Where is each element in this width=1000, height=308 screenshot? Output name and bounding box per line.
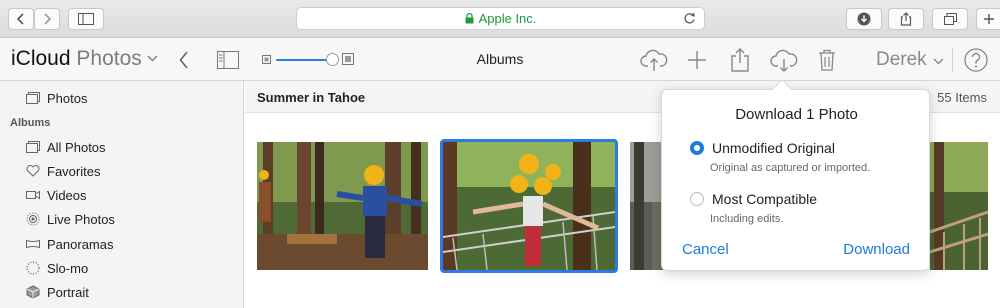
panorama-icon bbox=[26, 237, 40, 251]
option-label: Unmodified Original bbox=[712, 140, 835, 156]
back-button[interactable] bbox=[8, 8, 34, 30]
trash-icon bbox=[819, 49, 835, 71]
option-unmodified-original[interactable]: Unmodified Original bbox=[690, 140, 835, 156]
download-popover: Download 1 Photo Unmodified Original Ori… bbox=[661, 79, 930, 271]
sidebar-item-portrait[interactable]: Portrait bbox=[26, 282, 89, 302]
chevron-down-icon[interactable] bbox=[933, 58, 944, 65]
downloads-button[interactable] bbox=[846, 8, 882, 30]
download-button[interactable] bbox=[769, 47, 799, 73]
download-arrow-icon bbox=[857, 12, 871, 26]
photo-image bbox=[930, 142, 988, 270]
share-icon bbox=[900, 12, 912, 26]
plus-icon bbox=[984, 14, 994, 24]
user-menu[interactable]: Derek bbox=[876, 49, 927, 71]
share-button[interactable] bbox=[888, 8, 924, 30]
sidebar-item-label: Videos bbox=[47, 187, 87, 203]
sidebar-item-label: Favorites bbox=[47, 163, 101, 179]
toolbar-divider bbox=[952, 48, 953, 72]
cloud-upload-icon bbox=[640, 49, 668, 71]
option-description: Original as captured or imported. bbox=[710, 162, 871, 174]
new-tab-button[interactable] bbox=[976, 8, 1000, 30]
cancel-button[interactable]: Cancel bbox=[682, 241, 729, 258]
sidebar-item-slo-mo[interactable]: Slo-mo bbox=[26, 258, 88, 278]
app-toolbar: iCloud Photos Albums Derek bbox=[0, 38, 1000, 81]
sidebar: Photos Albums All Photos Favorites Video… bbox=[0, 81, 244, 308]
share-app-button[interactable] bbox=[729, 47, 751, 73]
sidebar-section-albums: Albums bbox=[10, 117, 51, 129]
radio-unselected[interactable] bbox=[690, 192, 704, 206]
upload-button[interactable] bbox=[640, 47, 668, 73]
chevron-down-icon bbox=[147, 55, 158, 62]
sidebar-toggle-button[interactable] bbox=[68, 8, 104, 30]
help-icon bbox=[964, 48, 988, 72]
album-title: Summer in Tahoe bbox=[257, 90, 366, 105]
back-nav-button[interactable] bbox=[176, 47, 192, 73]
sidebar-item-favorites[interactable]: Favorites bbox=[26, 161, 100, 181]
option-label: Most Compatible bbox=[712, 191, 818, 207]
chevron-right-icon bbox=[44, 13, 52, 25]
tabs-icon bbox=[943, 13, 957, 25]
portrait-cube-icon bbox=[26, 285, 40, 299]
slider-knob[interactable] bbox=[326, 53, 339, 66]
reload-icon[interactable] bbox=[683, 12, 696, 25]
option-most-compatible[interactable]: Most Compatible bbox=[690, 191, 817, 207]
small-photo-icon bbox=[262, 55, 271, 64]
photo-image bbox=[257, 142, 428, 270]
popover-title: Download 1 Photo bbox=[735, 106, 858, 123]
help-button[interactable] bbox=[963, 47, 989, 73]
sidebar-item-label: Slo-mo bbox=[47, 260, 89, 276]
address-bar[interactable]: Apple Inc. bbox=[296, 7, 705, 30]
sidebar-toggle-app[interactable] bbox=[216, 47, 240, 73]
add-button[interactable] bbox=[686, 47, 708, 73]
photos-icon bbox=[26, 91, 40, 105]
app-switcher[interactable]: iCloud Photos bbox=[11, 47, 158, 71]
sidebar-item-label: Panoramas bbox=[47, 236, 114, 252]
option-description: Including edits. bbox=[710, 213, 784, 225]
sidebar-item-live-photos[interactable]: Live Photos bbox=[26, 209, 115, 229]
chevron-left-icon bbox=[179, 51, 188, 69]
chevron-left-icon bbox=[16, 13, 24, 25]
photo-thumbnail[interactable] bbox=[257, 142, 428, 270]
photo-thumbnail[interactable] bbox=[930, 142, 988, 270]
large-photo-icon bbox=[342, 53, 354, 65]
zoom-slider[interactable] bbox=[262, 53, 356, 67]
view-title: Albums bbox=[476, 51, 524, 67]
sidebar-item-videos[interactable]: Videos bbox=[26, 185, 87, 205]
brand-icloud: iCloud bbox=[11, 47, 71, 70]
sidebar-icon bbox=[217, 51, 239, 69]
delete-button[interactable] bbox=[816, 47, 838, 73]
sidebar-item-label: All Photos bbox=[47, 139, 106, 155]
slo-mo-icon bbox=[26, 261, 40, 275]
selection-ring bbox=[440, 139, 618, 273]
sidebar-item-photos[interactable]: Photos bbox=[26, 88, 87, 108]
sidebar-icon bbox=[78, 13, 94, 25]
forward-button[interactable] bbox=[34, 8, 60, 30]
live-photo-icon bbox=[26, 212, 40, 226]
sidebar-item-label: Portrait bbox=[47, 284, 89, 300]
item-count: 55 Items bbox=[937, 90, 987, 105]
lock-icon bbox=[465, 13, 474, 24]
radio-selected[interactable] bbox=[690, 141, 704, 155]
sidebar-item-label: Photos bbox=[47, 90, 88, 106]
video-camera-icon bbox=[26, 188, 40, 202]
share-icon bbox=[731, 48, 749, 72]
cloud-download-icon bbox=[770, 49, 798, 72]
download-confirm-button[interactable]: Download bbox=[843, 241, 910, 258]
sidebar-item-label: Live Photos bbox=[47, 211, 115, 227]
sidebar-item-all-photos[interactable]: All Photos bbox=[26, 137, 106, 157]
browser-toolbar: Apple Inc. bbox=[0, 0, 1000, 38]
brand-photos: Photos bbox=[76, 47, 142, 70]
all-photos-icon bbox=[26, 140, 40, 154]
sidebar-item-panoramas[interactable]: Panoramas bbox=[26, 234, 113, 254]
plus-icon bbox=[688, 51, 706, 69]
heart-icon bbox=[26, 164, 40, 178]
url-text: Apple Inc. bbox=[478, 11, 537, 26]
tabs-button[interactable] bbox=[932, 8, 968, 30]
